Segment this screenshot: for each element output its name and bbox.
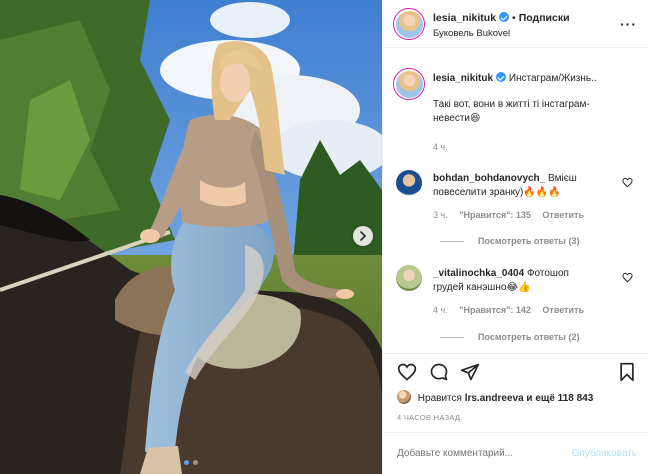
caption-body: Такі вот, вони в житті ті інстаграм-неве… (433, 98, 613, 126)
view-replies-label: Посмотреть ответы (3) (478, 236, 580, 246)
comment-body: bohdan_bohdanovych_ Вмієш повеселити зра… (433, 172, 613, 200)
comment-icon[interactable] (429, 362, 449, 382)
caption-avatar[interactable] (393, 68, 425, 100)
header-username[interactable]: lesia_nikituk (433, 12, 496, 24)
post-comment-button[interactable]: Опубликовать (572, 448, 637, 459)
instagram-post: lesia_nikituk • Подписки Буковель Bukovel … (0, 0, 648, 474)
comment-emoji: 😂👍 (506, 282, 531, 293)
reply-button[interactable]: Ответить (542, 210, 584, 220)
comment-like-icon[interactable] (622, 272, 633, 283)
replies-divider (440, 241, 464, 243)
comment-avatar[interactable] (396, 170, 422, 196)
heart-icon[interactable] (397, 362, 417, 382)
avatar[interactable] (393, 8, 425, 40)
comment-username[interactable]: bohdan_bohdanovych_ (433, 173, 545, 184)
caption-header: lesia_nikituk Инстаграм/Жизнь.. (433, 72, 597, 86)
post-photo[interactable] (0, 0, 382, 474)
header-separator: • (512, 12, 516, 24)
caption-meta: 4 ч. (433, 142, 457, 152)
carousel-indicator (0, 460, 382, 465)
caption-text: Такі вот, вони в житті ті інстаграм-неве… (433, 99, 590, 124)
comment-likes[interactable]: "Нравится": 135 (459, 210, 531, 220)
more-icon[interactable]: ··· (620, 16, 637, 32)
likes-count[interactable]: и ещё 118 843 (526, 393, 593, 404)
comment-text: Вмієш (548, 173, 577, 184)
share-icon[interactable] (460, 362, 480, 382)
photo-illustration (0, 0, 382, 474)
header-user-line: lesia_nikituk • Подписки (433, 12, 570, 24)
follow-button[interactable]: Подписки (519, 12, 570, 24)
comments-list[interactable]: lesia_nikituk Инстаграм/Жизнь.. Такі вот… (383, 48, 648, 353)
comment-meta: 4 ч. "Нравится": 142 Ответить (433, 305, 593, 315)
verified-icon (499, 12, 510, 22)
comment-avatar[interactable] (396, 265, 422, 291)
post-side-panel: lesia_nikituk • Подписки Буковель Bukovel … (382, 0, 648, 474)
chevron-right-icon (360, 231, 367, 241)
comment-likes[interactable]: "Нравится": 142 (459, 305, 531, 315)
comment-body: _vitalinochka_0404 Фотошоп грудей канэшн… (433, 267, 613, 295)
carousel-dot (184, 460, 189, 465)
liker-avatar (397, 390, 411, 404)
view-replies-button[interactable]: Посмотреть ответы (3) (440, 236, 579, 246)
comment-meta: 3 ч. "Нравится": 135 Ответить (433, 210, 593, 220)
caption-username[interactable]: lesia_nikituk (433, 73, 493, 84)
reply-button[interactable]: Ответить (542, 305, 584, 315)
next-photo-button[interactable] (353, 226, 373, 246)
comment-like-icon[interactable] (622, 177, 633, 188)
comment-time[interactable]: 3 ч. (433, 210, 448, 220)
view-replies-button[interactable]: Посмотреть ответы (2) (440, 332, 579, 342)
caption-emoji: 😆 (470, 113, 481, 124)
comment-text-cont: грудей канэшно (433, 282, 507, 293)
comment-emoji: 🔥🔥🔥 (523, 187, 561, 198)
view-replies-label: Посмотреть ответы (2) (478, 332, 580, 342)
comment-text: Фотошоп (526, 268, 569, 279)
location-link[interactable]: Буковель Bukovel (433, 28, 510, 39)
add-comment-bar: Опубликовать (383, 432, 648, 474)
verified-icon (496, 72, 507, 82)
replies-divider (440, 337, 464, 339)
comment-time[interactable]: 4 ч. (433, 305, 448, 315)
action-bar (383, 353, 648, 389)
comment-text-cont: повеселити зранку) (433, 187, 524, 198)
comment-username[interactable]: _vitalinochka_0404 (433, 268, 524, 279)
bookmark-icon[interactable] (617, 362, 637, 382)
comment-input[interactable] (397, 448, 547, 459)
caption-title: Инстаграм/Жизнь.. (508, 73, 597, 84)
caption-time[interactable]: 4 ч. (433, 142, 448, 152)
carousel-dot (193, 460, 198, 465)
post-timestamp[interactable]: 4 ЧАСОВ НАЗАД (397, 413, 460, 422)
likes-summary[interactable]: Нравится lrs.andreeva и ещё 118 843 (397, 390, 593, 404)
liker-username[interactable]: lrs.andreeva (465, 393, 524, 404)
post-header: lesia_nikituk • Подписки Буковель Bukovel … (383, 0, 648, 48)
likes-prefix: Нравится (417, 393, 462, 404)
